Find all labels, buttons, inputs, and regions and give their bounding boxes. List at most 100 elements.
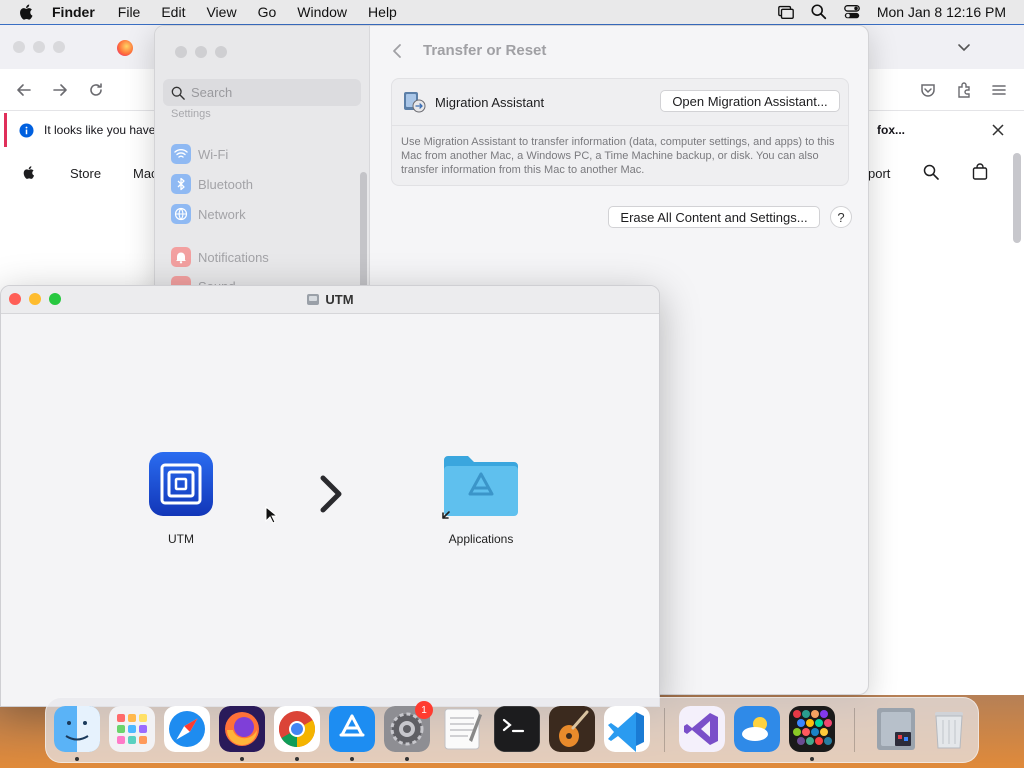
running-indicator <box>405 757 409 761</box>
disk-image-icon <box>307 294 320 305</box>
sidebar-item-label: Network <box>198 206 246 222</box>
browser-window-controls <box>13 41 65 53</box>
settings-close-button[interactable] <box>175 46 187 58</box>
firefox-icon[interactable] <box>219 706 265 752</box>
applications-folder-icon[interactable] <box>441 452 521 520</box>
sidebar-item-bluetooth[interactable]: Bluetooth <box>171 173 253 195</box>
chrome-icon[interactable] <box>274 706 320 752</box>
browser-minimize-button[interactable] <box>33 41 45 53</box>
sidebar-scrollbar[interactable] <box>360 172 367 302</box>
spotlight-search-icon[interactable] <box>810 3 828 21</box>
running-indicator <box>295 757 299 761</box>
applications-folder-label: Applications <box>448 532 514 546</box>
search-placeholder: Search <box>191 85 233 100</box>
chevron-left-icon[interactable] <box>391 43 403 59</box>
menu-help[interactable]: Help <box>368 4 397 20</box>
extensions-icon[interactable] <box>955 81 973 99</box>
settings-zoom-button[interactable] <box>215 46 227 58</box>
dock: 1 <box>45 697 979 763</box>
running-indicator <box>350 757 354 761</box>
chevron-right-icon <box>320 475 342 513</box>
utm-window-title: UTM <box>1 292 659 307</box>
safari-icon[interactable] <box>164 706 210 752</box>
info-icon <box>19 122 34 138</box>
browser-zoom-button[interactable] <box>53 41 65 53</box>
terminal-icon[interactable] <box>494 706 540 752</box>
visual-studio-icon[interactable] <box>679 706 725 752</box>
open-migration-assistant-button[interactable]: Open Migration Assistant... <box>660 90 840 112</box>
settings-search-field[interactable]: Search <box>163 79 361 106</box>
reload-icon[interactable] <box>87 81 105 99</box>
menu-view[interactable]: View <box>206 4 236 20</box>
site-nav-support[interactable]: port <box>868 166 890 181</box>
textedit-icon[interactable] <box>439 706 485 752</box>
apple-menu-icon[interactable] <box>18 3 36 21</box>
weather-icon[interactable] <box>734 706 780 752</box>
control-center-icon[interactable] <box>843 3 861 21</box>
running-indicator <box>240 757 244 761</box>
sidebar-item-notifications[interactable]: Notifications <box>171 246 269 268</box>
sidebar-section-label: Settings <box>171 108 211 120</box>
apple-logo-icon[interactable] <box>22 164 37 181</box>
notification-badge: 1 <box>415 701 433 719</box>
shopping-bag-icon[interactable] <box>972 163 988 180</box>
sidebar-item-wifi[interactable]: Wi-Fi <box>171 143 228 165</box>
settings-minimize-button[interactable] <box>195 46 207 58</box>
running-indicator <box>810 757 814 761</box>
utm-title-text: UTM <box>325 292 354 307</box>
migration-assistant-title: Migration Assistant <box>435 95 545 110</box>
chevron-down-icon[interactable] <box>956 39 972 55</box>
menu-file[interactable]: File <box>118 4 141 20</box>
sidebar-item-label: Bluetooth <box>198 176 253 192</box>
wifi-icon <box>171 144 191 164</box>
menu-edit[interactable]: Edit <box>161 4 185 20</box>
bluetooth-icon <box>171 174 191 194</box>
sidebar-item-label: Wi-Fi <box>198 146 229 162</box>
notification-action-link[interactable]: fox... <box>877 123 905 137</box>
utm-titlebar: UTM <box>1 286 659 314</box>
trash-icon[interactable] <box>926 706 972 752</box>
back-arrow-icon[interactable] <box>15 81 33 99</box>
help-button[interactable]: ? <box>830 206 852 228</box>
finder-icon[interactable] <box>54 706 100 752</box>
menu-app-finder[interactable]: Finder <box>52 4 95 20</box>
dock-separator <box>664 708 665 752</box>
sidebar-item-network[interactable]: Network <box>171 203 246 225</box>
launchpad-icon[interactable] <box>109 706 155 752</box>
migration-assistant-icon <box>404 92 426 113</box>
site-nav-store[interactable]: Store <box>70 166 101 181</box>
app-store-icon[interactable] <box>329 706 375 752</box>
migration-assistant-description: Use Migration Assistant to transfer info… <box>401 136 835 176</box>
network-icon <box>171 204 191 224</box>
hamburger-menu-icon[interactable] <box>990 81 1008 99</box>
migration-assistant-card: Migration Assistant Open Migration Assis… <box>391 78 849 186</box>
screen-mirroring-icon[interactable] <box>777 3 795 21</box>
dock-separator <box>854 708 855 752</box>
sidebar-item-label: Notifications <box>198 249 269 265</box>
menu-window[interactable]: Window <box>297 4 347 20</box>
page-title: Transfer or Reset <box>423 42 547 59</box>
menu-go[interactable]: Go <box>258 4 277 20</box>
forward-arrow-icon[interactable] <box>51 81 69 99</box>
browser-close-button[interactable] <box>13 41 25 53</box>
search-icon[interactable] <box>923 164 939 180</box>
search-icon <box>171 86 185 100</box>
utm-app-label: UTM <box>168 532 194 546</box>
game-icon[interactable] <box>789 706 835 752</box>
menu-clock[interactable]: Mon Jan 8 12:16 PM <box>877 4 1006 20</box>
erase-all-content-button[interactable]: Erase All Content and Settings... <box>608 206 820 228</box>
close-icon[interactable] <box>992 124 1004 136</box>
garageband-icon[interactable] <box>549 706 595 752</box>
running-indicator <box>75 757 79 761</box>
utm-installer-window: UTM UTM Applications <box>0 285 660 707</box>
browser-scrollbar[interactable] <box>1013 153 1021 243</box>
settings-window-controls <box>175 46 227 58</box>
menu-bar: Finder File Edit View Go Window Help Mon… <box>0 0 1024 24</box>
pocket-icon[interactable] <box>919 81 937 99</box>
utm-app-icon[interactable] <box>148 451 214 517</box>
downloads-stack-icon[interactable] <box>873 706 919 752</box>
notification-text: It looks like you haven <box>44 123 163 137</box>
card-divider <box>392 125 848 126</box>
firefox-tab-favicon-icon[interactable] <box>117 40 133 56</box>
vscode-icon[interactable] <box>604 706 650 752</box>
